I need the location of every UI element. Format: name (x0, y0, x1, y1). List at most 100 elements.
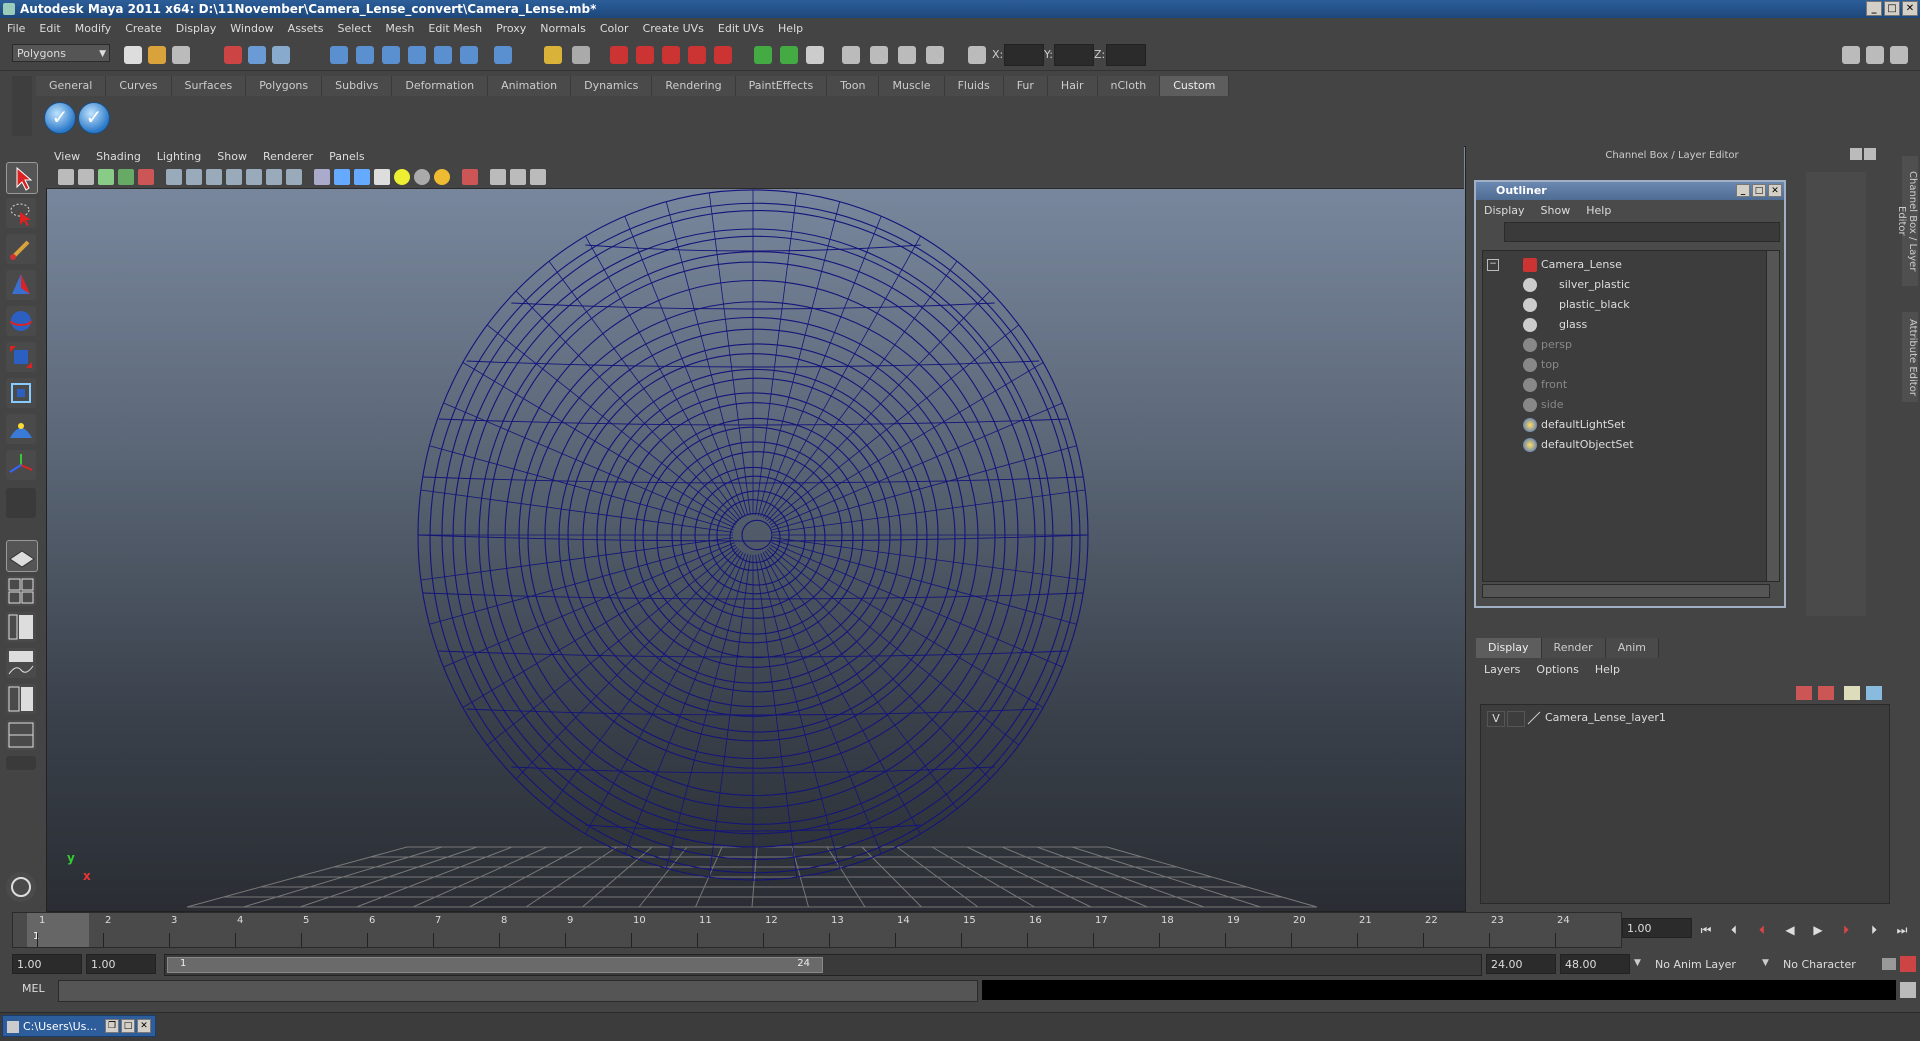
wireframe-on-shaded-icon[interactable] (354, 169, 370, 185)
viewport-menu-shading[interactable]: Shading (88, 150, 149, 163)
snap-to-view-plane-icon[interactable] (408, 46, 426, 64)
z-field[interactable] (1106, 44, 1146, 66)
toggle-panel-icon[interactable] (780, 46, 798, 64)
save-scene-icon[interactable] (172, 46, 190, 64)
lasso-tool-icon[interactable] (6, 198, 36, 228)
render-settings-icon[interactable] (662, 46, 680, 64)
shelf-tab-painteffects[interactable]: PaintEffects (735, 76, 828, 96)
relative-transform-icon[interactable] (842, 46, 860, 64)
channel-box-body[interactable] (1806, 172, 1866, 616)
textured-icon[interactable] (374, 169, 390, 185)
check-icon[interactable]: ✓ (44, 102, 76, 134)
snap-to-curve-icon[interactable] (356, 46, 374, 64)
open-scene-icon[interactable] (148, 46, 166, 64)
collapse-icon[interactable]: − (1487, 259, 1499, 271)
layer-color-swatch[interactable] (1527, 711, 1541, 725)
menu-select[interactable]: Select (330, 22, 378, 35)
playback-end-field[interactable]: 24.00 (1486, 954, 1556, 974)
current-frame-field[interactable]: 1.00 (1622, 918, 1692, 938)
time-slider[interactable]: 1 12345678910111213141516171819202122232… (12, 912, 1622, 948)
four-view-layout-icon[interactable] (6, 576, 36, 606)
lock-icon[interactable] (544, 46, 562, 64)
shelf-tab-curves[interactable]: Curves (106, 76, 172, 96)
maximize-button[interactable]: □ (1884, 1, 1900, 16)
scale-tool-icon[interactable] (6, 342, 36, 372)
two-d-pan-icon[interactable] (138, 169, 154, 185)
go-to-end-icon[interactable]: ⏭ (1892, 922, 1912, 938)
move-layer-up-icon[interactable] (1796, 686, 1812, 700)
new-layer-from-selection-icon[interactable] (1866, 686, 1882, 700)
outliner-menu-help[interactable]: Help (1578, 204, 1619, 217)
outliner-close-button[interactable]: ✕ (1768, 184, 1782, 197)
side-tab-channel-box[interactable]: Channel Box / Layer Editor (1896, 156, 1918, 286)
last-tool-icon[interactable] (6, 450, 36, 480)
menu-create[interactable]: Create (118, 22, 169, 35)
range-slider-handle[interactable]: 1 24 (167, 957, 823, 973)
shelf-tab-subdivs[interactable]: Subdivs (322, 76, 393, 96)
outliner-vertical-scrollbar[interactable] (1766, 250, 1780, 582)
quick-selection-icon[interactable] (926, 46, 944, 64)
outliner-maximize-button[interactable]: □ (1752, 184, 1766, 197)
go-to-start-icon[interactable]: ⏮ (1696, 922, 1716, 938)
shelf-tab-toon[interactable]: Toon (827, 76, 880, 96)
menu-display[interactable]: Display (169, 22, 224, 35)
layout-icon[interactable] (1842, 46, 1860, 64)
gate-mask-icon[interactable] (226, 169, 242, 185)
field-chart-icon[interactable] (246, 169, 262, 185)
wireframe-shading-icon[interactable] (314, 169, 330, 185)
restore-button[interactable]: ❐ (105, 1019, 119, 1033)
outliner-horizontal-scrollbar[interactable] (1482, 584, 1770, 598)
shelf-tab-surfaces[interactable]: Surfaces (171, 76, 247, 96)
snap-to-grid-icon[interactable] (330, 46, 348, 64)
render-frame-icon[interactable] (610, 46, 628, 64)
menu-set-select[interactable]: Polygons ▼ (12, 44, 110, 62)
outliner-menu-show[interactable]: Show (1533, 204, 1579, 217)
absolute-transform-icon[interactable] (870, 46, 888, 64)
close-button[interactable]: ✕ (137, 1019, 151, 1033)
menu-normals[interactable]: Normals (533, 22, 593, 35)
outliner-item[interactable]: top (1523, 357, 1723, 373)
shelf-tab-muscle[interactable]: Muscle (879, 76, 945, 96)
input-ops-icon[interactable] (572, 46, 590, 64)
minimized-window-item[interactable]: C:\Users\Us... ❐ □ ✕ (2, 1015, 156, 1037)
shelf-tab-rendering[interactable]: Rendering (652, 76, 736, 96)
xray-joints-icon[interactable] (510, 169, 526, 185)
shelf-tab-custom[interactable]: Custom (1160, 76, 1230, 96)
outliner-item[interactable]: silver_plastic (1523, 277, 1723, 293)
new-scene-icon[interactable] (124, 46, 142, 64)
menu-edit-uvs[interactable]: Edit UVs (711, 22, 771, 35)
x-field[interactable] (1004, 44, 1044, 66)
animation-end-field[interactable]: 48.00 (1560, 954, 1630, 974)
layer-tab-render[interactable]: Render (1541, 638, 1606, 658)
help-question-icon[interactable] (494, 46, 512, 64)
shadows-icon[interactable] (434, 169, 450, 185)
viewport-menu-panels[interactable]: Panels (321, 150, 372, 163)
outliner-minimize-button[interactable]: _ (1736, 184, 1750, 197)
select-tool-icon[interactable] (6, 162, 38, 194)
step-back-icon[interactable]: ⏴ (1724, 922, 1744, 938)
outliner-filter-field[interactable] (1504, 222, 1780, 242)
shelf-tab-polygons[interactable]: Polygons (246, 76, 323, 96)
image-plane-icon[interactable] (118, 169, 134, 185)
side-tab-attribute-editor[interactable]: Attribute Editor (1902, 312, 1918, 402)
menu-assets[interactable]: Assets (281, 22, 331, 35)
all-lights-icon[interactable] (414, 169, 430, 185)
viewport-menu-lighting[interactable]: Lighting (149, 150, 209, 163)
shelf-tab-animation[interactable]: Animation (488, 76, 572, 96)
perspective-viewport[interactable]: y x (46, 146, 1466, 912)
mel-command-input[interactable] (58, 980, 978, 1002)
select-by-component-icon[interactable] (272, 46, 290, 64)
layer-tab-display[interactable]: Display (1476, 638, 1542, 658)
shelf-menu-handle[interactable] (12, 76, 32, 136)
step-back-key-icon[interactable]: ⏴ (1752, 922, 1772, 938)
outliner-item[interactable]: defaultObjectSet (1523, 437, 1723, 453)
move-tool-icon[interactable] (6, 270, 36, 300)
close-icon[interactable] (1864, 148, 1876, 160)
playback-start-field[interactable]: 1.00 (86, 954, 156, 974)
persp-outliner-layout-icon[interactable] (6, 612, 36, 642)
shelf-tab-deformation[interactable]: Deformation (392, 76, 489, 96)
menu-create-uvs[interactable]: Create UVs (636, 22, 711, 35)
select-by-object-icon[interactable] (248, 46, 266, 64)
single-perspective-layout-icon[interactable] (6, 540, 38, 572)
viewport-menu-view[interactable]: View (46, 150, 88, 163)
